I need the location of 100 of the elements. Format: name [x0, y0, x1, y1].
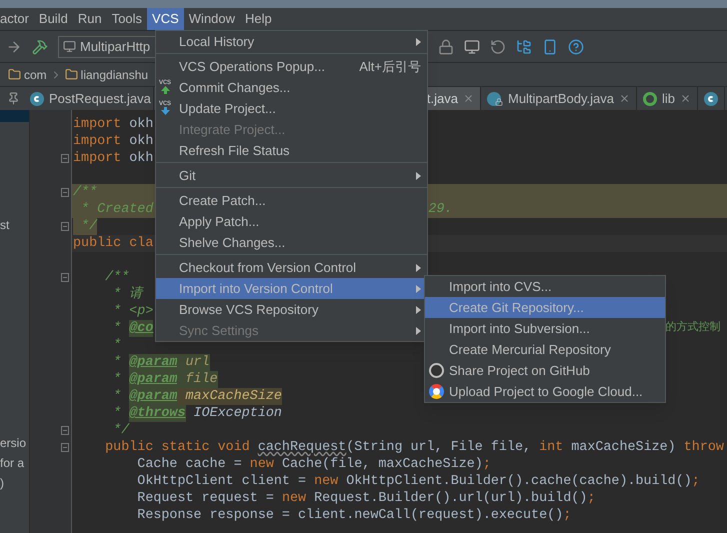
- code-text: * 请: [112, 286, 142, 303]
- menu-item[interactable]: Git: [156, 165, 427, 186]
- menu-item[interactable]: Shelve Changes...: [156, 232, 427, 253]
- ring-icon: [642, 92, 657, 106]
- fold-marker-icon[interactable]: [61, 222, 69, 231]
- code-text: ;: [587, 490, 596, 507]
- forward-icon[interactable]: [6, 38, 22, 54]
- code-text: *: [112, 405, 122, 422]
- code-text: Cache cache =: [136, 456, 243, 473]
- code-text: Cache(file, maxCacheSize): [282, 456, 483, 473]
- code-text: maxCacheSize): [571, 439, 677, 456]
- code-text: maxCacheSize: [177, 388, 282, 405]
- code-text: /**: [104, 269, 130, 286]
- tree-item-text[interactable]: for a: [0, 453, 29, 473]
- code-text: import: [73, 150, 122, 167]
- shortcut-text: Alt+后引号: [359, 58, 421, 76]
- code-text: public static void: [104, 439, 251, 456]
- hammer-icon[interactable]: [32, 38, 48, 54]
- code-text: * <p>: [112, 303, 154, 320]
- code-text: Request request =: [136, 490, 275, 507]
- code-text: *: [112, 320, 122, 337]
- code-text: okh: [129, 150, 154, 167]
- menu-item[interactable]: VCS Operations Popup... Alt+后引号: [156, 56, 427, 77]
- code-text: import: [73, 133, 122, 150]
- code-text: ;: [563, 507, 572, 524]
- menu-item[interactable]: Apply Patch...: [156, 211, 427, 232]
- menu-bar-item[interactable]: Run: [72, 8, 107, 30]
- undo-icon[interactable]: [490, 38, 506, 54]
- code-text: Response response = client.newCall(request).execute(): [136, 507, 564, 524]
- folder-icon: [8, 68, 21, 81]
- menu-bar-item[interactable]: Help: [240, 8, 277, 30]
- menu-item[interactable]: Import into CVS...: [425, 276, 665, 297]
- menu-item[interactable]: Share Project on GitHub: [425, 360, 665, 381]
- menu-bar-item[interactable]: actor: [0, 8, 34, 30]
- code-text: 29.: [428, 201, 452, 218]
- breadcrumb-item[interactable]: com: [24, 66, 47, 84]
- fold-marker-icon[interactable]: [61, 443, 69, 452]
- code-text: url: [177, 354, 210, 371]
- close-icon[interactable]: [680, 93, 691, 104]
- code-text: ;: [482, 456, 491, 473]
- code-text: @param: [129, 371, 178, 388]
- menu-bar-item[interactable]: Window: [184, 8, 240, 30]
- menu-item[interactable]: Refresh File Status: [156, 140, 427, 161]
- code-text: Request.Builder().url(url).build(): [314, 490, 588, 507]
- code-text: ;: [692, 473, 700, 490]
- menu-item[interactable]: Create Patch...: [156, 190, 427, 211]
- lock-icon[interactable]: [438, 38, 454, 54]
- tree-item-text[interactable]: ): [0, 473, 29, 493]
- class-icon: [30, 92, 44, 106]
- phone-icon[interactable]: [542, 38, 558, 54]
- code-text: throw: [684, 439, 724, 456]
- menu-item[interactable]: Import into Subversion...: [425, 318, 665, 339]
- fold-marker-icon[interactable]: [61, 154, 69, 163]
- folder-tree-icon[interactable]: [516, 38, 532, 54]
- code-text: cachRequest: [258, 439, 346, 456]
- class-lock-icon: [486, 92, 503, 106]
- menu-bar-item[interactable]: Tools: [106, 8, 148, 30]
- code-text: new: [314, 473, 340, 490]
- menu-item[interactable]: Create Mercurial Repository: [425, 339, 665, 360]
- close-icon[interactable]: [618, 93, 630, 104]
- code-text: @throws: [129, 405, 186, 422]
- code-text: OkHttpClient.Builder().cache(cache).build(): [346, 473, 692, 490]
- tree-item-text[interactable]: st: [0, 217, 29, 234]
- code-text: okh: [129, 116, 154, 133]
- close-icon[interactable]: [462, 93, 474, 104]
- menu-item[interactable]: Upload Project to Google Cloud...: [425, 381, 665, 402]
- code-text: OkHttpClient client =: [136, 473, 308, 490]
- code-text: @co: [129, 320, 154, 337]
- monitor-icon[interactable]: [464, 38, 480, 54]
- folder-icon: [64, 68, 78, 81]
- menu-bar-item[interactable]: Build: [34, 8, 73, 30]
- code-text: @param: [129, 354, 178, 371]
- code-text: new: [282, 490, 308, 507]
- help-icon[interactable]: [568, 38, 584, 54]
- code-text: 的方式控制: [665, 320, 720, 336]
- menu-bar-item[interactable]: VCS: [147, 8, 184, 30]
- tree-item-text[interactable]: ersio: [0, 433, 29, 453]
- breadcrumb-item[interactable]: liangdianshu: [80, 66, 148, 84]
- fold-marker-icon[interactable]: [61, 273, 69, 282]
- code-text: */: [112, 422, 130, 439]
- code-text: */: [80, 218, 98, 235]
- code-text: *: [112, 388, 122, 405]
- code-text: public cla: [73, 235, 154, 252]
- fold-marker-icon[interactable]: [61, 188, 69, 197]
- code-text: /**: [73, 184, 98, 201]
- fold-marker-icon[interactable]: [61, 426, 69, 435]
- code-text: @param: [129, 388, 178, 405]
- code-text: file: [177, 371, 218, 388]
- code-text: (String url, File file,: [346, 439, 532, 456]
- code-text: * Created: [80, 201, 154, 218]
- code-text: *: [112, 371, 122, 388]
- code-text: new: [250, 456, 275, 473]
- code-text: import: [73, 116, 122, 133]
- code-text: *: [112, 354, 122, 371]
- code-text: *: [112, 337, 122, 354]
- code-text: IOException: [192, 405, 282, 422]
- code-text: int: [539, 439, 564, 456]
- code-text: okh: [129, 133, 154, 150]
- pin-icon[interactable]: [6, 92, 20, 105]
- class-icon: [704, 92, 718, 106]
